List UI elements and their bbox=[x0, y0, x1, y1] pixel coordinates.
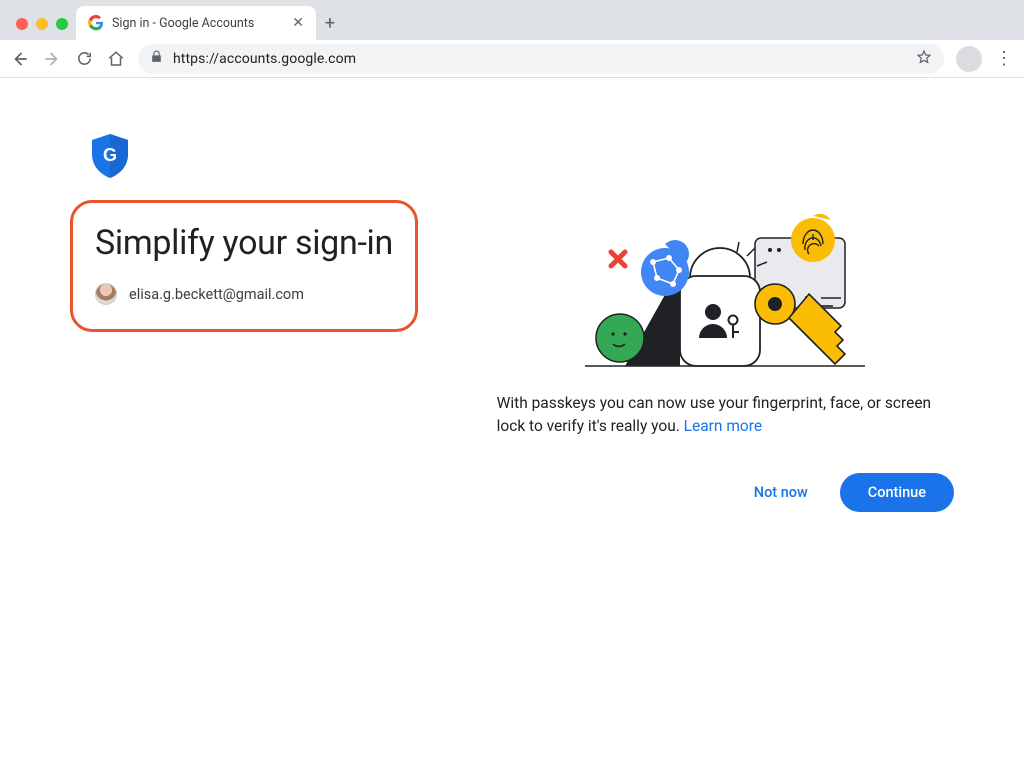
face-icon bbox=[596, 314, 644, 362]
window-close-icon[interactable] bbox=[16, 18, 28, 30]
tab-strip: Sign in - Google Accounts ✕ + bbox=[0, 0, 1024, 40]
arrow-left-icon bbox=[11, 50, 29, 68]
forward-button[interactable] bbox=[42, 49, 62, 69]
lock-icon bbox=[150, 50, 163, 67]
arrow-right-icon bbox=[43, 50, 61, 68]
google-favicon-icon bbox=[88, 15, 104, 31]
home-icon bbox=[107, 50, 125, 68]
new-tab-button[interactable]: + bbox=[316, 13, 344, 40]
page-content: G Simplify your sign-in elisa.g.beckett@… bbox=[0, 78, 1024, 512]
shield-logo: G bbox=[90, 134, 457, 182]
fingerprint-icon bbox=[791, 214, 835, 262]
window-zoom-icon[interactable] bbox=[56, 18, 68, 30]
reload-button[interactable] bbox=[74, 49, 94, 69]
url-text: https://accounts.google.com bbox=[173, 51, 906, 67]
pattern-icon bbox=[641, 240, 689, 296]
x-icon bbox=[611, 252, 625, 266]
right-column: With passkeys you can now use your finge… bbox=[477, 118, 954, 512]
bookmark-star-icon[interactable] bbox=[916, 49, 932, 69]
passkey-illustration bbox=[565, 208, 885, 368]
headline-highlight-box: Simplify your sign-in elisa.g.beckett@gm… bbox=[70, 200, 418, 332]
profile-avatar[interactable] bbox=[956, 46, 982, 72]
browser-tab[interactable]: Sign in - Google Accounts ✕ bbox=[76, 6, 316, 40]
browser-toolbar: https://accounts.google.com ⋮ bbox=[0, 40, 1024, 78]
browser-menu-button[interactable]: ⋮ bbox=[994, 48, 1014, 69]
svg-text:G: G bbox=[103, 145, 117, 165]
page-headline: Simplify your sign-in bbox=[95, 223, 393, 263]
window-minimize-icon[interactable] bbox=[36, 18, 48, 30]
back-button[interactable] bbox=[10, 49, 30, 69]
account-avatar-icon bbox=[95, 283, 117, 305]
description-text: With passkeys you can now use your finge… bbox=[497, 392, 954, 439]
window-controls[interactable] bbox=[8, 18, 76, 40]
tab-title: Sign in - Google Accounts bbox=[112, 16, 284, 31]
tab-close-icon[interactable]: ✕ bbox=[292, 15, 304, 31]
browser-chrome: Sign in - Google Accounts ✕ + https://ac… bbox=[0, 0, 1024, 78]
address-bar[interactable]: https://accounts.google.com bbox=[138, 44, 944, 74]
account-email: elisa.g.beckett@gmail.com bbox=[129, 286, 304, 303]
learn-more-link[interactable]: Learn more bbox=[684, 417, 762, 435]
home-button[interactable] bbox=[106, 49, 126, 69]
action-row: Not now Continue bbox=[497, 473, 954, 512]
continue-button[interactable]: Continue bbox=[840, 473, 954, 512]
left-column: G Simplify your sign-in elisa.g.beckett@… bbox=[70, 118, 477, 512]
google-shield-icon: G bbox=[90, 134, 130, 178]
account-chip[interactable]: elisa.g.beckett@gmail.com bbox=[95, 283, 393, 305]
not-now-button[interactable]: Not now bbox=[742, 474, 820, 511]
reload-icon bbox=[76, 50, 93, 67]
